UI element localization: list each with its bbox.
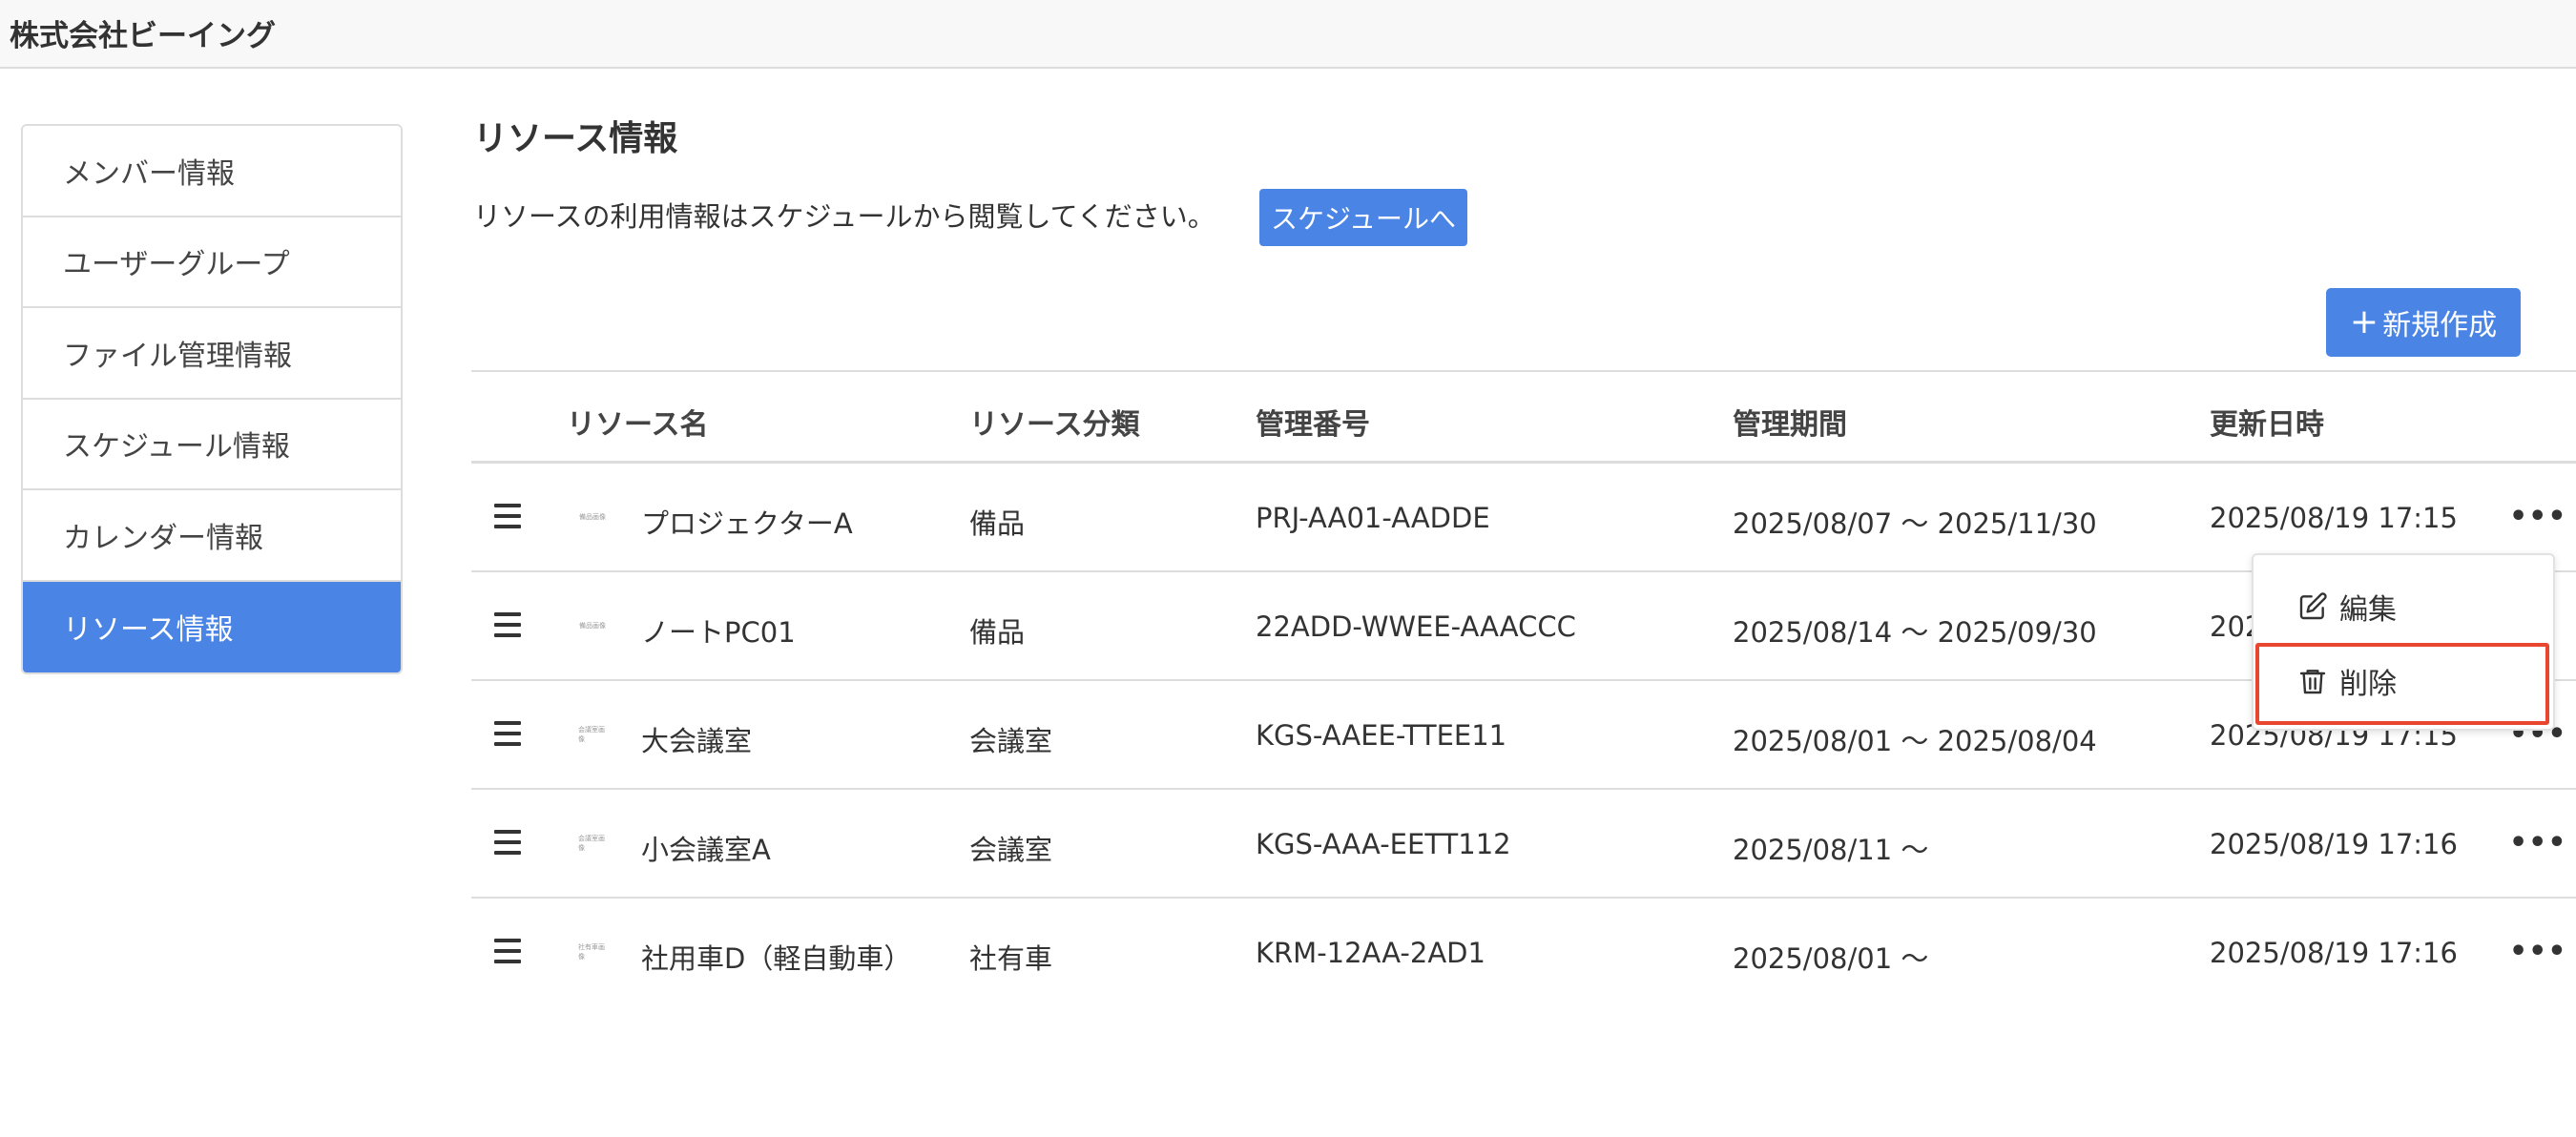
resource-category: 備品 (969, 616, 1026, 649)
resource-period: 2025/08/01 〜 2025/08/04 (1733, 725, 2097, 757)
resource-thumbnail: 備品画像 (579, 622, 606, 630)
resource-category: 社有車 (969, 942, 1053, 975)
resource-thumbnail: 社有車画像 (578, 943, 605, 961)
menu-item-edit-label: 編集 (2339, 593, 2397, 627)
resource-code: KGS-AAA-EETT112 (1256, 828, 1511, 860)
resource-period: 2025/08/11 〜 (1733, 834, 1929, 866)
drag-handle-icon[interactable] (494, 830, 521, 855)
resource-category: 会議室 (969, 834, 1053, 866)
column-header-code: 管理番号 (1256, 408, 1370, 442)
resource-thumbnail: 備品画像 (579, 513, 606, 521)
resource-name: ノートPC01 (641, 616, 796, 649)
column-header-period: 管理期間 (1733, 408, 1847, 442)
company-name: 株式会社ビーイング (10, 19, 276, 53)
resource-name: 小会議室A (641, 834, 771, 866)
menu-item-delete[interactable]: 削除 (2297, 660, 2397, 702)
resource-code: KRM-12AA-2AD1 (1256, 937, 1485, 969)
trash-icon (2299, 670, 2326, 694)
new-button[interactable]: + 新規作成 (2326, 288, 2521, 357)
resource-code: PRJ-AA01-AADDE (1256, 502, 1490, 534)
resource-thumbnail: 会議室画像 (578, 726, 605, 743)
resource-updated: 2025/08/19 17:15 (2210, 502, 2458, 534)
info-text: リソースの利用情報はスケジュールから閲覧してください。 (473, 200, 1215, 233)
resource-name: 大会議室 (641, 725, 753, 757)
resource-period: 2025/08/14 〜 2025/09/30 (1733, 616, 2097, 649)
menu-item-delete-label: 削除 (2339, 668, 2397, 701)
more-icon[interactable]: ••• (2509, 500, 2567, 533)
column-header-name: リソース名 (567, 408, 709, 442)
column-header-updated: 更新日時 (2210, 408, 2324, 442)
edit-icon (2299, 592, 2327, 620)
sidebar: メンバー情報 ユーザーグループ ファイル管理情報 スケジュール情報 カレンダー情… (21, 124, 403, 674)
resource-updated: 2025/08/19 17:16 (2210, 937, 2458, 969)
resource-period: 2025/08/01 〜 (1733, 942, 1929, 975)
row-context-menu: 編集 削除 (2252, 553, 2555, 731)
resource-code: KGS-AAEE-TTEE11 (1256, 719, 1507, 752)
sidebar-item-file[interactable]: ファイル管理情報 (23, 308, 401, 400)
resource-category: 会議室 (969, 725, 1053, 757)
schedule-button[interactable]: スケジュールへ (1259, 189, 1467, 246)
table-row: 社有車画像 社用車D（軽自動車） 社有車 KRM-12AA-2AD1 2025/… (471, 899, 2576, 1007)
drag-handle-icon[interactable] (494, 721, 521, 746)
menu-item-edit[interactable]: 編集 (2297, 586, 2397, 628)
new-button-label: 新規作成 (2382, 309, 2498, 342)
sidebar-item-resource[interactable]: リソース情報 (23, 581, 401, 672)
sidebar-item-calendar[interactable]: カレンダー情報 (23, 490, 401, 582)
drag-handle-icon[interactable] (494, 504, 521, 528)
plus-icon: + (2349, 302, 2379, 341)
resource-name: 社用車D（軽自動車） (641, 942, 912, 975)
resource-updated: 2025/08/19 17:16 (2210, 828, 2458, 860)
column-header-category: リソース分類 (969, 408, 1140, 442)
sidebar-item-member[interactable]: メンバー情報 (23, 126, 401, 217)
sidebar-item-user-group[interactable]: ユーザーグループ (23, 217, 401, 308)
drag-handle-icon[interactable] (494, 612, 521, 637)
more-icon[interactable]: ••• (2509, 826, 2567, 859)
table-header: リソース名 リソース分類 管理番号 管理期間 更新日時 (471, 370, 2576, 464)
resource-code: 22ADD-WWEE-AAACCC (1256, 610, 1576, 643)
top-bar: 株式会社ビーイング (0, 0, 2576, 69)
resource-thumbnail: 会議室画像 (578, 835, 605, 852)
more-icon[interactable]: ••• (2509, 935, 2567, 968)
sidebar-item-schedule[interactable]: スケジュール情報 (23, 399, 401, 490)
resource-name: プロジェクターA (641, 507, 853, 540)
page-title: リソース情報 (473, 119, 678, 158)
resource-category: 備品 (969, 507, 1026, 540)
drag-handle-icon[interactable] (494, 939, 521, 963)
table-row: 会議室画像 小会議室A 会議室 KGS-AAA-EETT112 2025/08/… (471, 790, 2576, 899)
resource-period: 2025/08/07 〜 2025/11/30 (1733, 507, 2097, 540)
